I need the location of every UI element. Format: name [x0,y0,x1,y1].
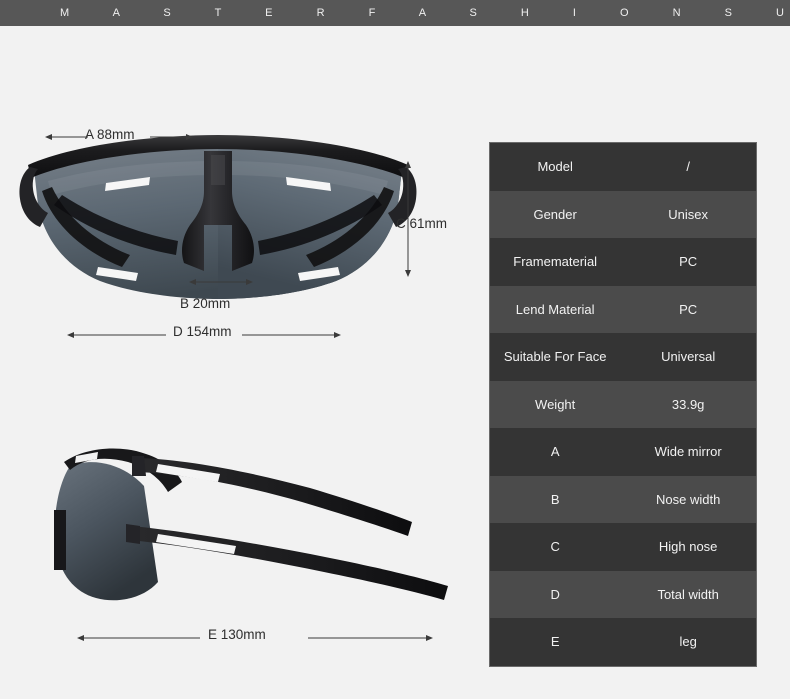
table-row: Framematerial PC [490,238,756,286]
top-banner: M A S T E R F A S H I O N S U N G L A S … [0,0,790,26]
side-view-photo [40,426,470,611]
content-stage: A 88mm B 20mm C 61mm D 154mm E 130mm Mod… [0,26,790,699]
spec-key: A [550,444,560,460]
spec-value: Universal [661,349,716,365]
spec-value: Wide mirror [654,444,722,460]
table-row: C High nose [490,523,756,571]
dimension-label-a: A 88mm [85,127,135,142]
table-row: Lend Material PC [490,285,756,333]
spec-value: High nose [658,539,718,555]
spec-value: PC [679,254,698,270]
dimension-label-d: D 154mm [173,324,232,339]
spec-value: Unisex [668,206,709,222]
table-row: Weight 33.9g [490,380,756,428]
table-row: Model / [490,143,756,191]
dimension-label-e: E 130mm [208,627,266,642]
specification-table: Model / Gender Unisex Framematerial PC Lend Ma… [489,142,757,667]
hinge-upper [132,456,146,476]
spec-key: Weight [535,396,576,412]
spec-value: PC [679,301,698,317]
spec-key: Gender [533,206,577,222]
spec-value: leg [679,634,697,650]
dimension-label-c: C 61mm [396,216,448,231]
table-row: Eleg [490,618,756,666]
spec-key: D [550,586,560,602]
spec-value: / [686,159,690,175]
table-row: B Nose width [490,475,756,523]
dimension-label-b: B 20mm [180,296,231,311]
spec-value: 33.9g [671,396,705,412]
dimension-arrow-b [189,279,253,285]
spec-key: Framematerial [513,254,598,270]
hinge-lower [126,524,140,544]
spec-key: Suitable For Face [503,349,607,365]
bridge-highlight [211,155,225,185]
spec-key: Model [537,159,573,175]
spec-key: E [550,634,560,650]
spec-key: B [550,491,560,507]
table-row: Suitable For Face Universal [490,333,756,381]
spec-value: Nose width [656,491,721,507]
table-row: D Total width [490,570,756,618]
spec-key: C [550,539,560,555]
banner-title: M A S T E R F A S H I O N S U N G L A S … [60,7,790,19]
table-row: A Wide mirror [490,428,756,476]
spec-key: Lend Material [515,301,595,317]
table-row: Gender Unisex [490,190,756,238]
side-frame-edge [54,510,66,570]
spec-value: Total width [657,586,719,602]
